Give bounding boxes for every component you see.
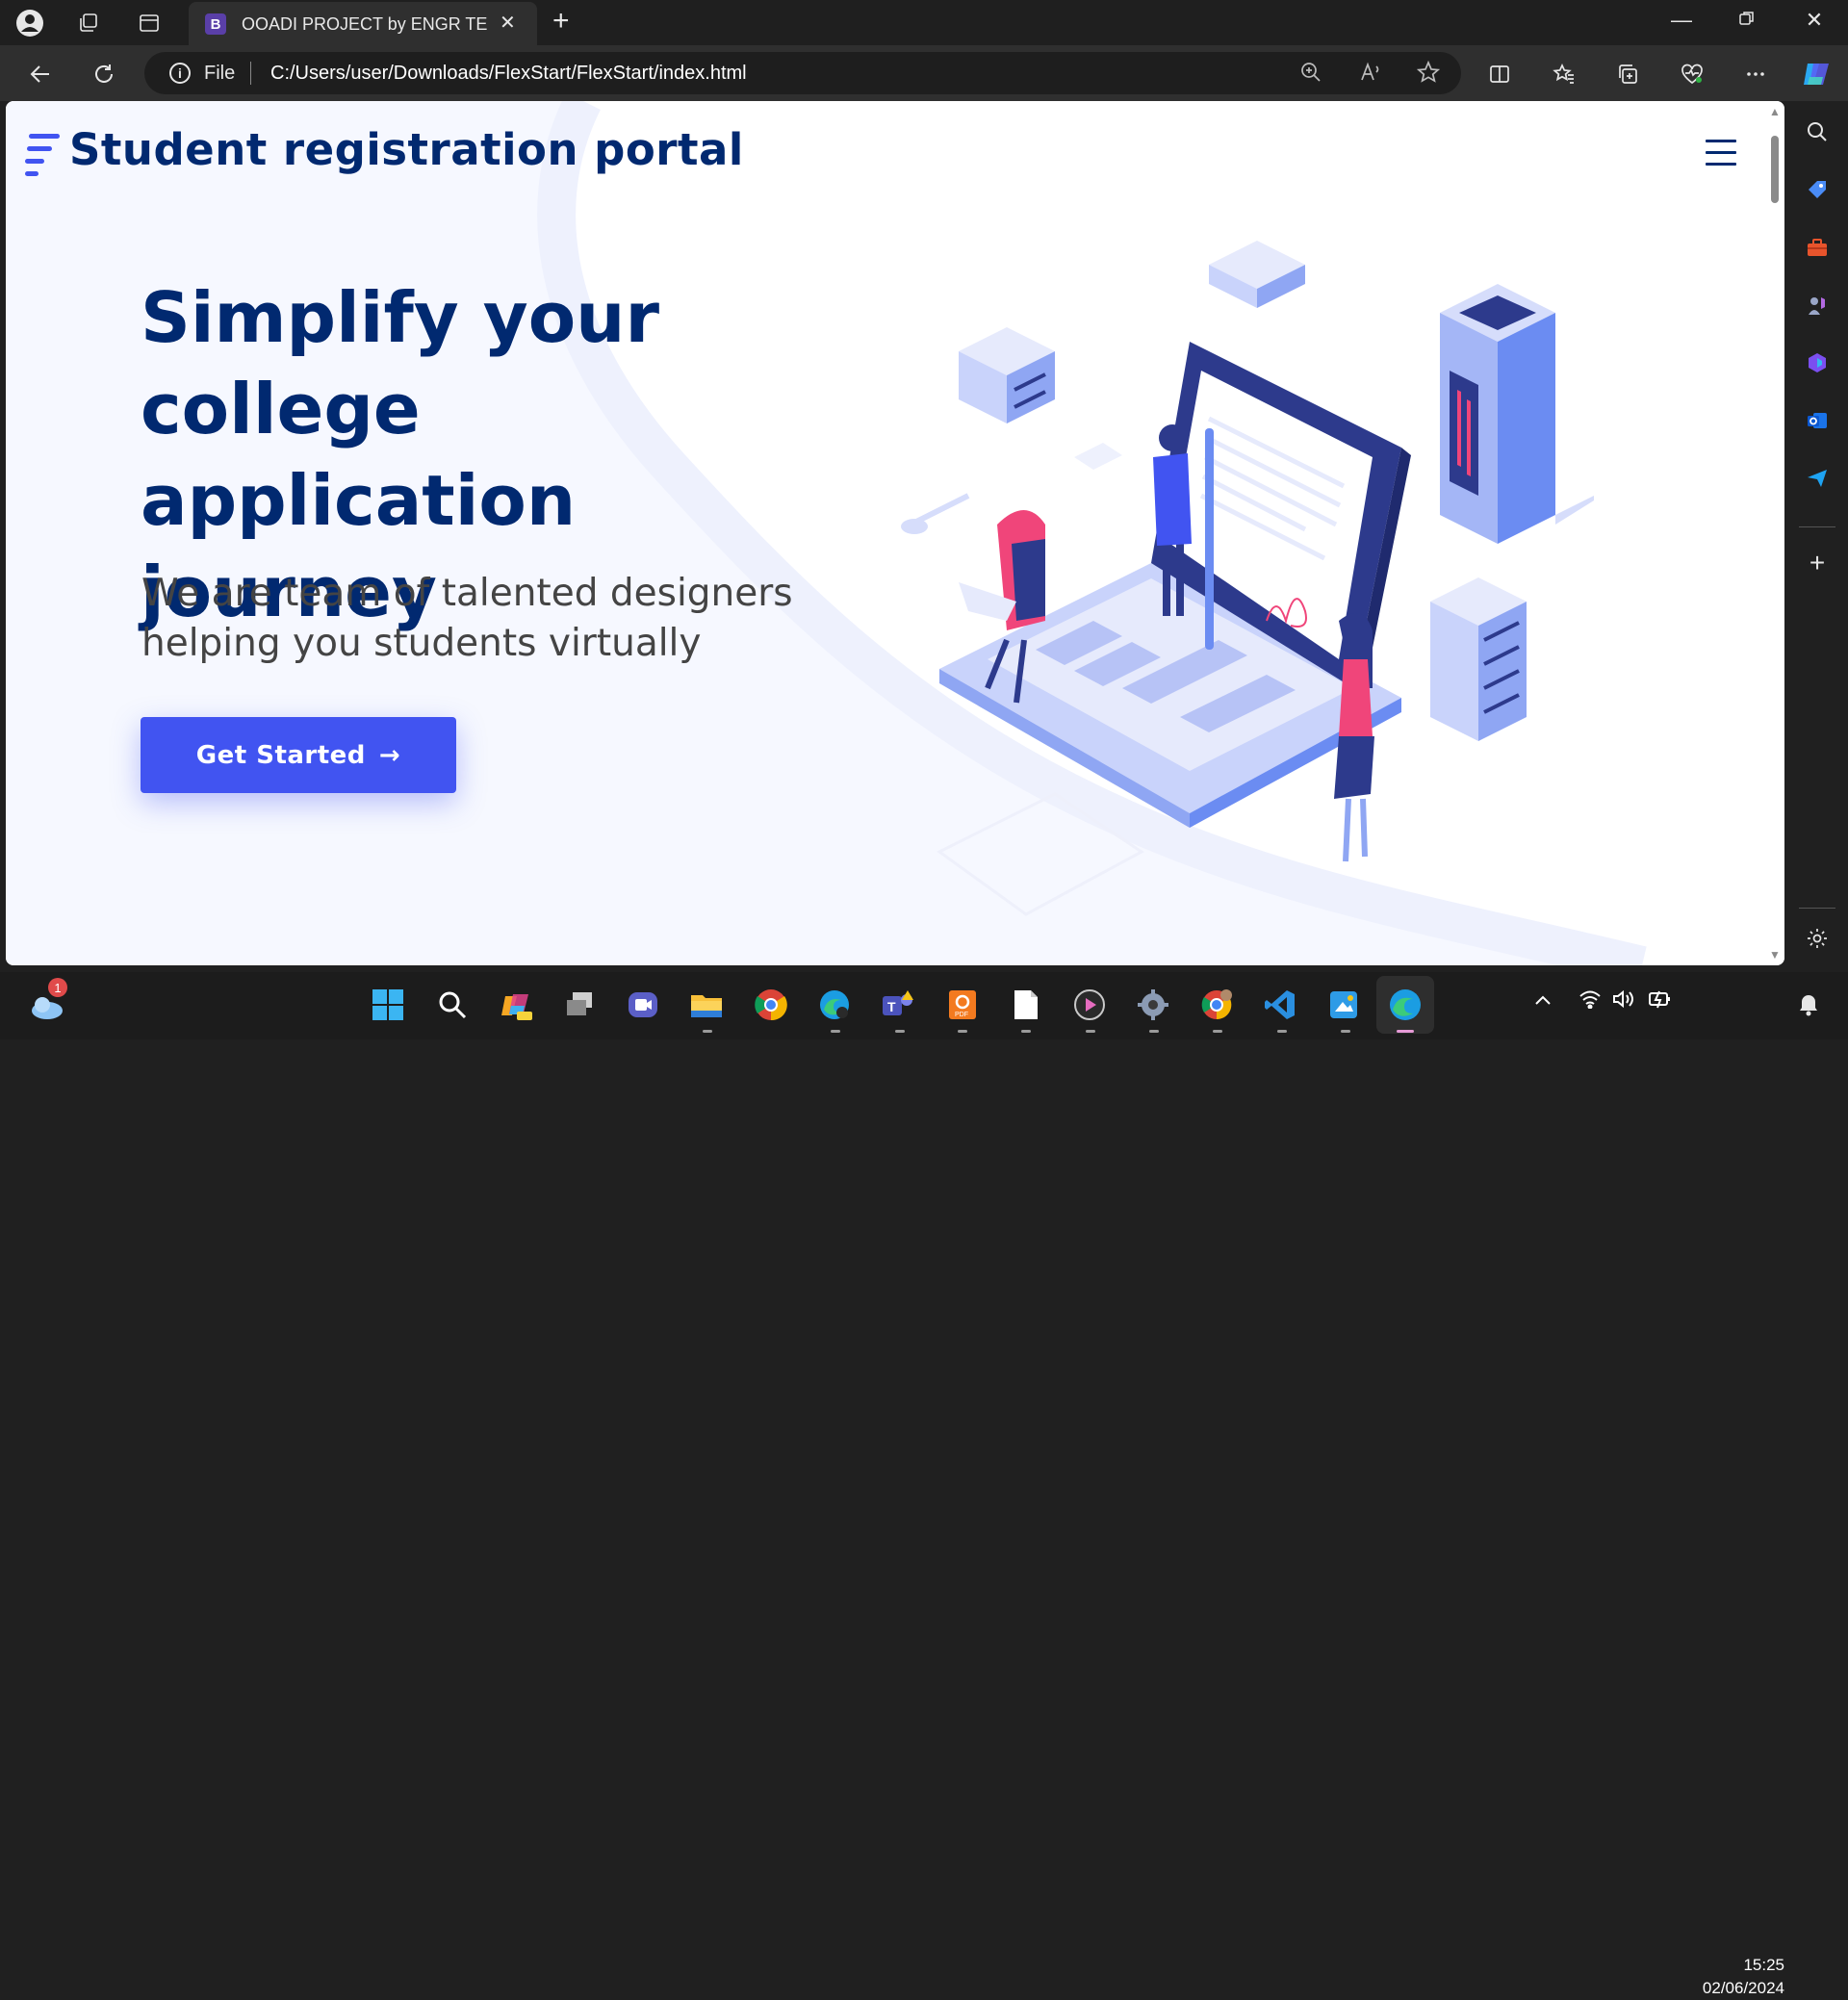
system-clock[interactable]: 15:25 02/06/2024 xyxy=(1688,1954,1784,2000)
tab-favicon: B xyxy=(205,13,226,35)
info-icon[interactable]: i xyxy=(169,63,191,84)
star-icon[interactable] xyxy=(1416,60,1441,90)
clock-time: 15:25 xyxy=(1743,1956,1784,1974)
settings-icon[interactable] xyxy=(1804,925,1831,952)
hero-subtitle: We are team of talented designers helpin… xyxy=(141,572,793,665)
send-icon[interactable] xyxy=(1804,465,1831,492)
start-icon[interactable] xyxy=(369,986,407,1024)
task-view-icon[interactable] xyxy=(560,986,599,1024)
running-indicator xyxy=(1277,1030,1287,1033)
address-scheme-label: File xyxy=(204,63,236,84)
scroll-thumb[interactable] xyxy=(1771,136,1779,203)
menu-toggle-icon[interactable] xyxy=(1706,140,1736,167)
close-tab-icon[interactable]: ✕ xyxy=(500,11,516,35)
site-title[interactable]: Student registration portal xyxy=(69,124,744,175)
battery-icon[interactable] xyxy=(1648,988,1673,1014)
refresh-icon[interactable] xyxy=(88,58,120,90)
tab-actions-icon[interactable] xyxy=(74,9,103,38)
logo-icon xyxy=(25,134,60,176)
settings-app-icon[interactable] xyxy=(1134,986,1172,1024)
restore-icon[interactable] xyxy=(1728,8,1766,33)
vscode-icon[interactable] xyxy=(1261,986,1299,1024)
address-bar[interactable]: i File C:/Users/user/Downloads/FlexStart… xyxy=(144,52,1461,94)
media-player-icon[interactable] xyxy=(1070,986,1109,1024)
collections-icon[interactable] xyxy=(1611,58,1644,90)
weather-badge: 1 xyxy=(48,978,67,997)
scroll-down-icon[interactable]: ▼ xyxy=(1769,948,1781,962)
paint-icon[interactable] xyxy=(1324,986,1363,1024)
copilot-icon[interactable] xyxy=(1800,58,1833,90)
running-indicator xyxy=(1149,1030,1159,1033)
split-screen-icon[interactable] xyxy=(1483,58,1516,90)
teams-icon[interactable]: T xyxy=(879,986,917,1024)
page-viewport: Student registration portal Simplify you… xyxy=(6,101,1784,965)
svg-text:PDF: PDF xyxy=(955,1012,968,1018)
teams-meet-icon[interactable] xyxy=(624,986,662,1024)
read-aloud-icon[interactable] xyxy=(1359,61,1382,90)
taskbar-search-icon[interactable] xyxy=(433,986,472,1024)
notepad-icon[interactable] xyxy=(1007,986,1045,1024)
favorites-icon[interactable] xyxy=(1548,58,1580,90)
zoom-icon[interactable] xyxy=(1299,61,1322,90)
chrome-icon[interactable] xyxy=(752,986,790,1024)
copilot-taskbar-icon[interactable] xyxy=(497,986,535,1024)
browser-essentials-icon[interactable] xyxy=(1676,58,1708,90)
running-indicator xyxy=(1021,1030,1031,1033)
url-text[interactable]: C:/Users/user/Downloads/FlexStart/FlexSt… xyxy=(270,63,747,85)
tools-icon[interactable] xyxy=(1804,234,1831,261)
more-icon[interactable] xyxy=(1739,58,1772,90)
microsoft-365-icon[interactable] xyxy=(1804,349,1831,376)
active-tab[interactable]: B OOADI PROJECT by ENGR TEKO ✕ xyxy=(189,2,537,45)
back-arrow-icon[interactable] xyxy=(24,58,57,90)
arrow-right-icon: → xyxy=(378,740,401,770)
running-indicator xyxy=(1341,1030,1350,1033)
profile-icon[interactable] xyxy=(15,9,44,38)
svg-text:T: T xyxy=(887,999,896,1014)
volume-icon[interactable] xyxy=(1612,989,1635,1013)
edge-icon[interactable] xyxy=(1386,986,1424,1024)
edge-profile-icon[interactable] xyxy=(815,986,854,1024)
pdf-editor-icon[interactable]: PDF xyxy=(943,986,982,1024)
notifications-icon[interactable] xyxy=(1798,993,1819,1021)
running-indicator xyxy=(1213,1030,1222,1033)
show-hidden-icons[interactable] xyxy=(1534,993,1552,1011)
running-indicator xyxy=(895,1030,905,1033)
chrome-profile-icon[interactable] xyxy=(1197,986,1236,1024)
tab-title: OOADI PROJECT by ENGR TEKO xyxy=(242,14,488,34)
get-started-button[interactable]: Get Started → xyxy=(141,717,456,793)
games-icon[interactable] xyxy=(1804,292,1831,319)
hero-illustration xyxy=(901,241,1594,916)
sidebar-divider xyxy=(1799,526,1835,527)
address-separator xyxy=(250,62,251,85)
running-indicator xyxy=(831,1030,840,1033)
minimize-icon[interactable]: — xyxy=(1662,8,1701,33)
vertical-tabs-icon[interactable] xyxy=(135,9,164,38)
add-icon[interactable]: + xyxy=(1804,548,1831,577)
edge-sidebar: + xyxy=(1785,101,1848,972)
scroll-up-icon[interactable]: ▲ xyxy=(1769,105,1781,118)
browser-title-bar: B OOADI PROJECT by ENGR TEKO ✕ + — ✕ xyxy=(0,0,1848,45)
file-explorer-icon[interactable] xyxy=(687,986,726,1024)
windows-taskbar: 1 T PDF 15:25 02/06/2024 xyxy=(0,972,1848,1997)
clock-date: 02/06/2024 xyxy=(1702,1979,1784,1997)
close-window-icon[interactable]: ✕ xyxy=(1795,8,1834,33)
shopping-tag-icon[interactable] xyxy=(1804,176,1831,203)
active-app-indicator xyxy=(1397,1030,1414,1033)
browser-toolbar: i File C:/Users/user/Downloads/FlexStart… xyxy=(0,45,1848,101)
new-tab-icon[interactable]: + xyxy=(552,5,570,38)
wifi-icon[interactable] xyxy=(1578,989,1602,1013)
search-icon[interactable] xyxy=(1804,118,1831,145)
page-scrollbar[interactable]: ▲ ▼ xyxy=(1765,101,1784,965)
sidebar-divider-bottom xyxy=(1799,908,1835,909)
get-started-label: Get Started xyxy=(195,740,366,770)
running-indicator xyxy=(958,1030,967,1033)
outlook-icon[interactable] xyxy=(1804,407,1831,434)
running-indicator xyxy=(1086,1030,1095,1033)
running-indicator xyxy=(703,1030,712,1033)
